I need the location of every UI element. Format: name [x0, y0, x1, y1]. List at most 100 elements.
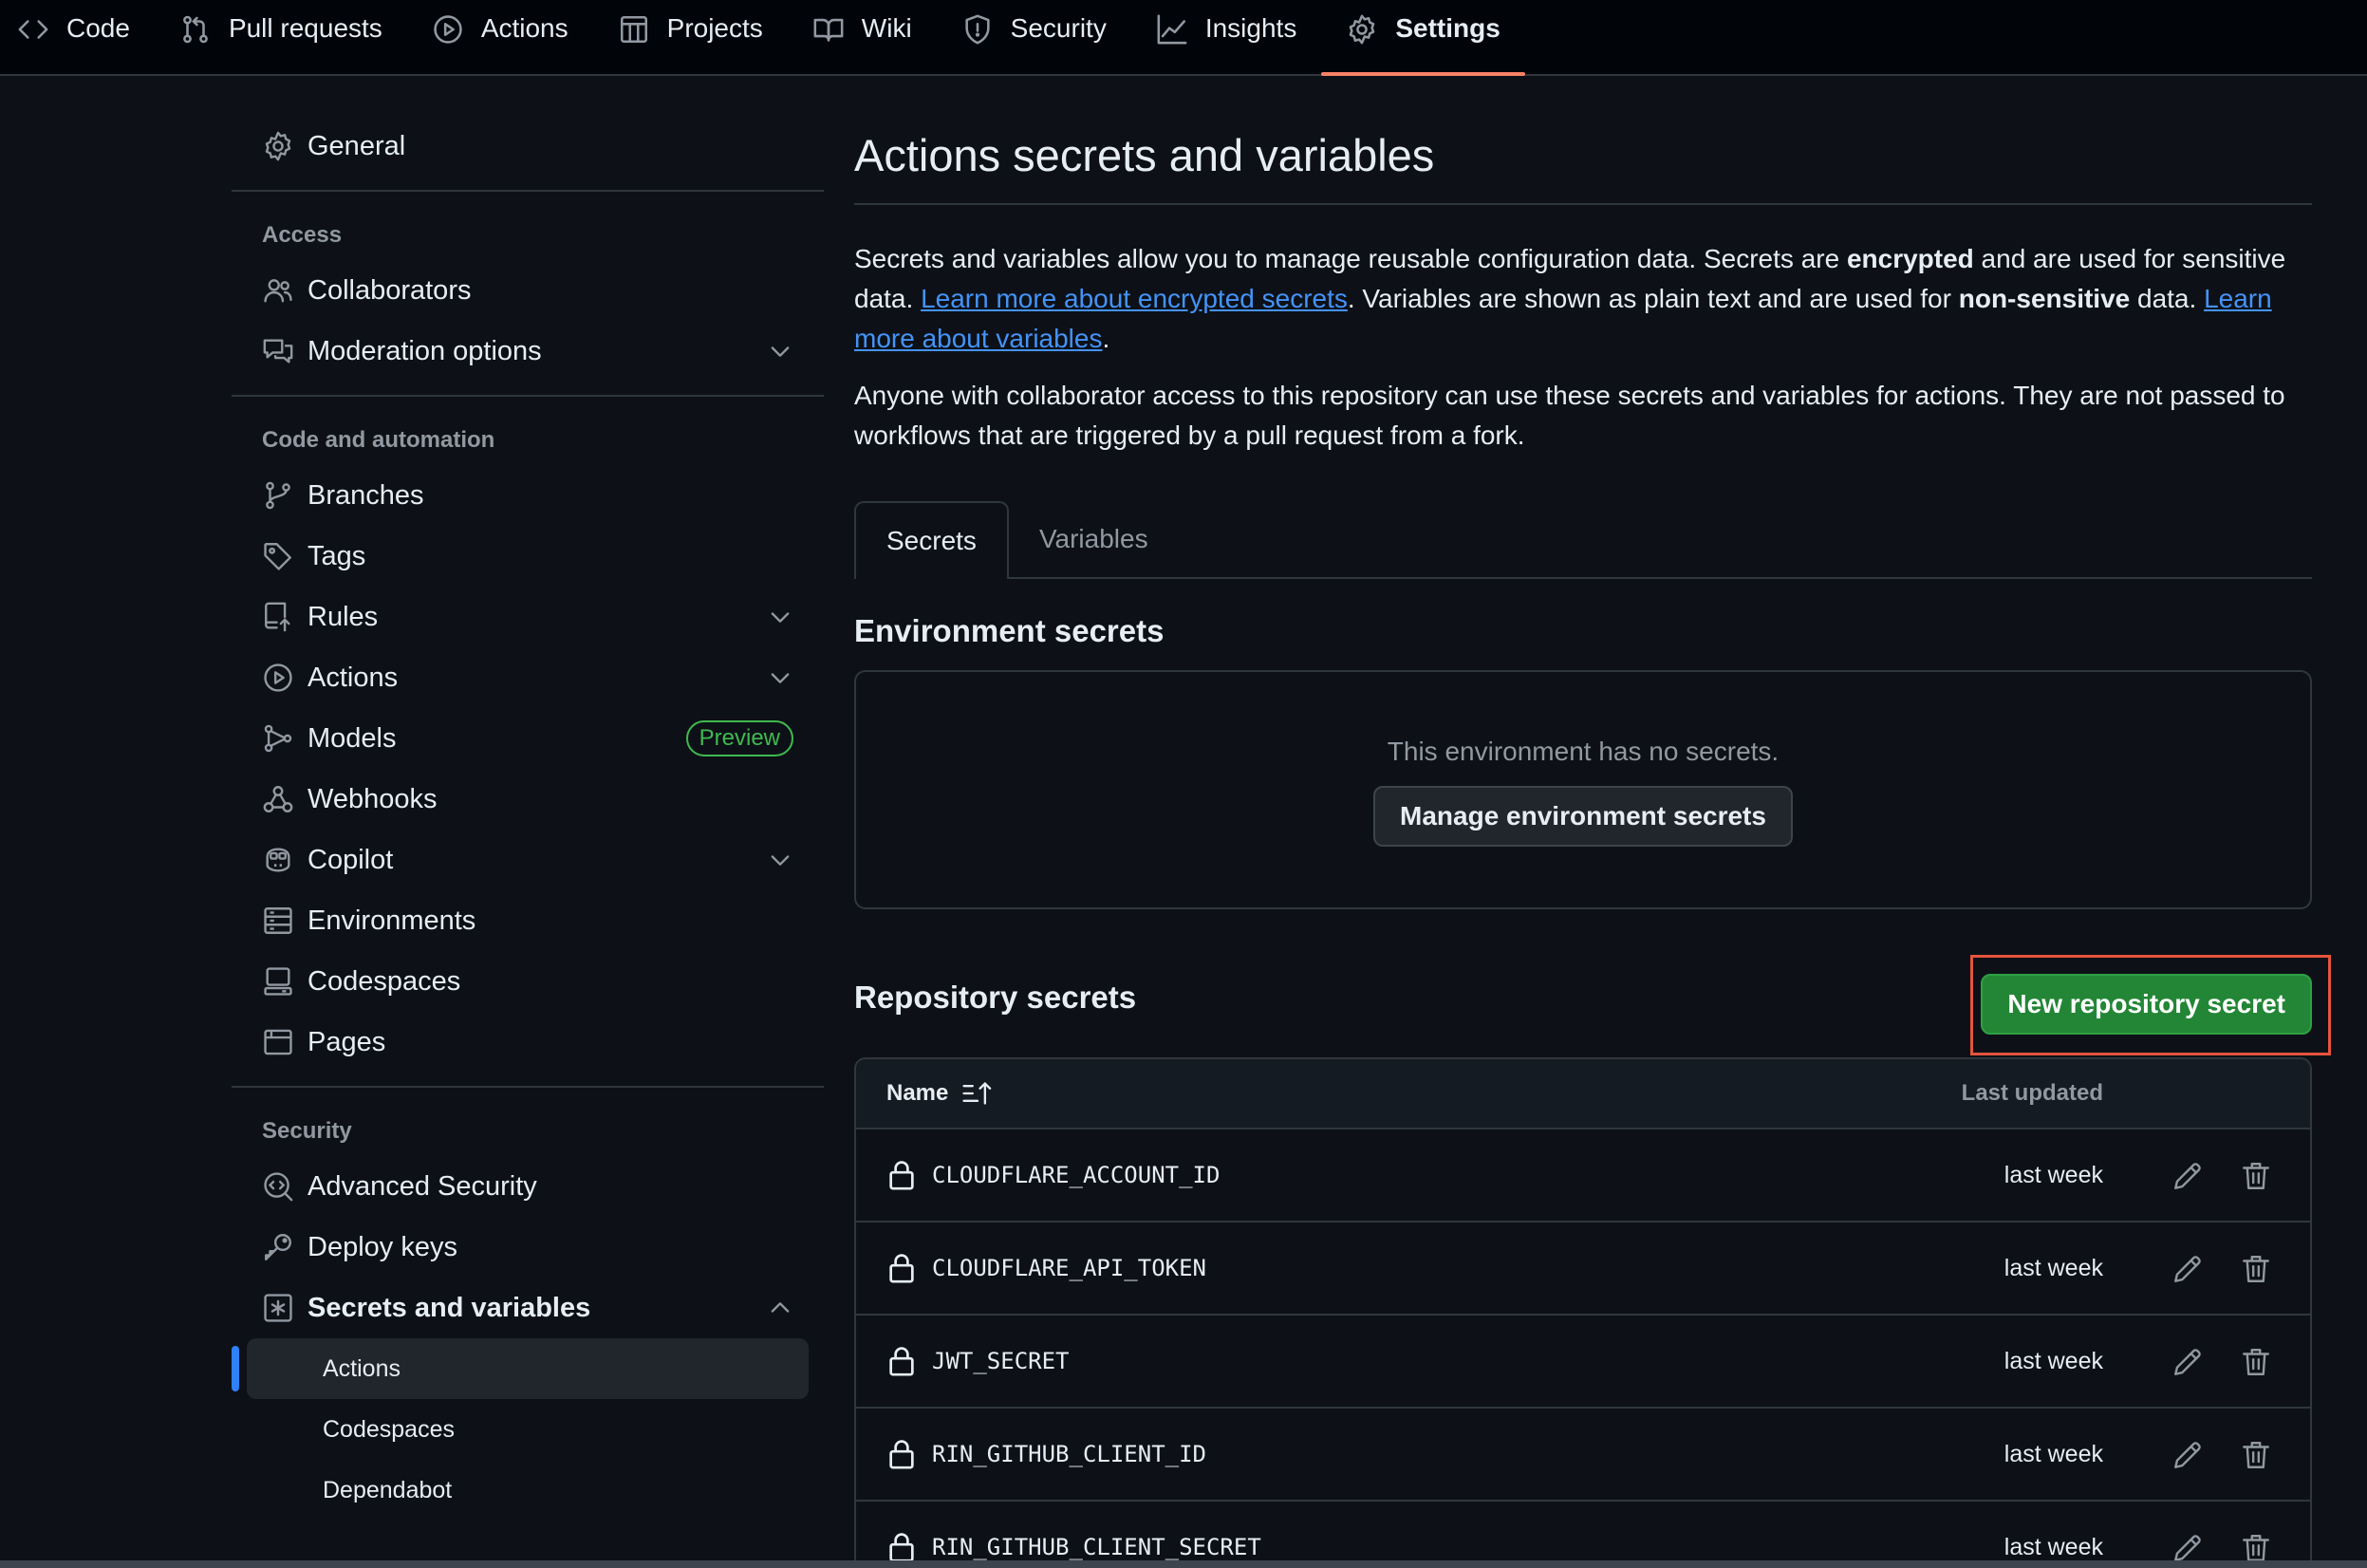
- table-row: RIN_GITHUB_CLIENT_ID last week: [856, 1409, 2310, 1502]
- shield-icon: [965, 14, 990, 45]
- nav-tab-label: Actions: [480, 13, 568, 43]
- nav-tab-security[interactable]: Security: [937, 0, 1131, 74]
- sidebar-divider: [232, 190, 824, 192]
- nav-tab-projects[interactable]: Projects: [593, 0, 788, 74]
- sidebar-item-tags[interactable]: Tags: [232, 526, 824, 587]
- sidebar-heading-code-automation: Code and automation: [262, 427, 495, 453]
- nav-tab-wiki[interactable]: Wiki: [788, 0, 937, 74]
- repository-secrets-table: Name Last updated CLOUDFLARE_ACCOUNT_ID …: [854, 1057, 2312, 1568]
- sidebar-subitem-codespaces[interactable]: Codespaces: [247, 1399, 809, 1460]
- nav-tab-code[interactable]: Code: [17, 0, 155, 74]
- secret-updated: last week: [2004, 1440, 2103, 1467]
- sidebar-item-general[interactable]: General: [232, 116, 824, 177]
- new-repository-secret-button[interactable]: New repository secret: [1981, 974, 2312, 1035]
- nav-tab-label: Settings: [1395, 13, 1500, 43]
- trash-icon[interactable]: [2240, 1532, 2272, 1564]
- settings-sidebar: General Access Collaborators Moderation …: [232, 76, 824, 1521]
- chevron-down-icon[interactable]: [767, 338, 793, 364]
- nav-tab-settings[interactable]: Settings: [1321, 0, 1526, 76]
- sort-asc-icon[interactable]: [961, 1079, 994, 1108]
- server-icon: [264, 907, 292, 934]
- lock-icon: [889, 1161, 914, 1190]
- chevron-down-icon[interactable]: [767, 847, 793, 873]
- tab-variables[interactable]: Variables: [1009, 501, 1179, 577]
- sidebar-item-label: Codespaces: [308, 965, 461, 997]
- models-icon: [264, 724, 292, 753]
- desc-bold: encrypted: [1846, 244, 1974, 273]
- sidebar-item-deploy-keys[interactable]: Deploy keys: [232, 1217, 824, 1278]
- preview-badge: Preview: [685, 720, 793, 756]
- window-bottom-edge: [0, 1560, 2367, 1568]
- learn-encrypted-secrets-link[interactable]: Learn more about encrypted secrets: [921, 284, 1348, 313]
- nav-tab-label: Pull requests: [228, 13, 382, 43]
- nav-tab-label: Code: [66, 13, 130, 43]
- sidebar-item-branches[interactable]: Branches: [232, 465, 824, 526]
- sidebar-item-label: Actions: [308, 662, 399, 693]
- desc-text: Secrets and variables allow you to manag…: [854, 244, 1847, 273]
- sidebar-item-label: Tags: [308, 540, 366, 571]
- sidebar-item-advanced-security[interactable]: Advanced Security: [232, 1156, 824, 1217]
- code-icon: [18, 20, 48, 39]
- sidebar-item-rules[interactable]: Rules: [232, 587, 824, 647]
- nav-tab-label: Security: [1010, 13, 1107, 43]
- sidebar-item-secrets-variables[interactable]: Secrets and variables: [232, 1278, 824, 1338]
- trash-icon[interactable]: [2240, 1160, 2272, 1192]
- sidebar-item-copilot[interactable]: Copilot: [232, 830, 824, 890]
- pencil-icon[interactable]: [2171, 1160, 2204, 1192]
- description: Secrets and variables allow you to manag…: [854, 239, 2312, 456]
- desc-text: .: [1102, 324, 1110, 353]
- sidebar-item-webhooks[interactable]: Webhooks: [232, 769, 824, 830]
- sidebar-item-label: Moderation options: [308, 335, 542, 366]
- repo-push-icon: [265, 602, 290, 632]
- page-title: Actions secrets and variables: [854, 76, 2312, 205]
- sidebar-item-models[interactable]: Models Preview: [232, 708, 824, 769]
- sidebar-item-label: Models: [308, 722, 397, 754]
- comment-discussion-icon: [263, 339, 293, 364]
- tab-secrets[interactable]: Secrets: [854, 501, 1009, 579]
- table-row: JWT_SECRET last week: [856, 1316, 2310, 1409]
- manage-environment-secrets-button[interactable]: Manage environment secrets: [1373, 786, 1793, 847]
- sidebar-item-label: Advanced Security: [308, 1170, 537, 1202]
- chevron-down-icon[interactable]: [767, 664, 793, 691]
- column-name: Name: [886, 1079, 994, 1108]
- sidebar-heading-access: Access: [262, 222, 343, 248]
- chevron-down-icon[interactable]: [767, 604, 793, 630]
- nav-tab-pull-requests[interactable]: Pull requests: [155, 0, 407, 74]
- pencil-icon[interactable]: [2171, 1532, 2204, 1564]
- secret-updated: last week: [2004, 1347, 2103, 1374]
- pencil-icon[interactable]: [2171, 1439, 2204, 1471]
- sidebar-item-label: General: [308, 130, 406, 161]
- sidebar-subitem-dependabot[interactable]: Dependabot: [247, 1460, 809, 1521]
- sidebar-item-label: Collaborators: [308, 274, 472, 306]
- table-row: CLOUDFLARE_API_TOKEN last week: [856, 1223, 2310, 1316]
- empty-state-text: This environment has no secrets.: [1387, 737, 1780, 766]
- pencil-icon[interactable]: [2171, 1346, 2204, 1378]
- codespaces-icon: [264, 967, 292, 996]
- pencil-icon[interactable]: [2171, 1253, 2204, 1285]
- lock-icon: [889, 1533, 914, 1562]
- sidebar-item-label: Deploy keys: [308, 1231, 457, 1262]
- sidebar-item-collaborators[interactable]: Collaborators: [232, 260, 824, 321]
- sidebar-item-environments[interactable]: Environments: [232, 890, 824, 951]
- nav-tab-insights[interactable]: Insights: [1131, 0, 1322, 74]
- sidebar-item-pages[interactable]: Pages: [232, 1012, 824, 1073]
- trash-icon[interactable]: [2240, 1346, 2272, 1378]
- nav-tab-label: Projects: [666, 13, 763, 43]
- secret-updated: last week: [2004, 1161, 2103, 1188]
- trash-icon[interactable]: [2240, 1253, 2272, 1285]
- sidebar-item-moderation[interactable]: Moderation options: [232, 321, 824, 382]
- secret-name: RIN_GITHUB_CLIENT_ID: [932, 1441, 1206, 1467]
- nav-tab-actions[interactable]: Actions: [407, 0, 593, 74]
- table-row: RIN_GITHUB_CLIENT_SECRET last week: [856, 1502, 2310, 1568]
- sidebar-item-codespaces[interactable]: Codespaces: [232, 951, 824, 1012]
- tag-icon: [264, 543, 291, 570]
- nav-tab-label: Insights: [1204, 13, 1297, 43]
- sidebar-item-actions[interactable]: Actions: [232, 647, 824, 708]
- repo-nav: Code Pull requests Actions Projects Wiki…: [0, 0, 2367, 76]
- trash-icon[interactable]: [2240, 1439, 2272, 1471]
- secrets-variables-tabs: Secrets Variables: [854, 501, 2312, 579]
- sidebar-subitem-actions[interactable]: Actions: [232, 1338, 809, 1399]
- sidebar-item-label: Secrets and variables: [308, 1292, 591, 1323]
- sidebar-item-label: Copilot: [308, 844, 394, 875]
- chevron-up-icon[interactable]: [767, 1295, 793, 1321]
